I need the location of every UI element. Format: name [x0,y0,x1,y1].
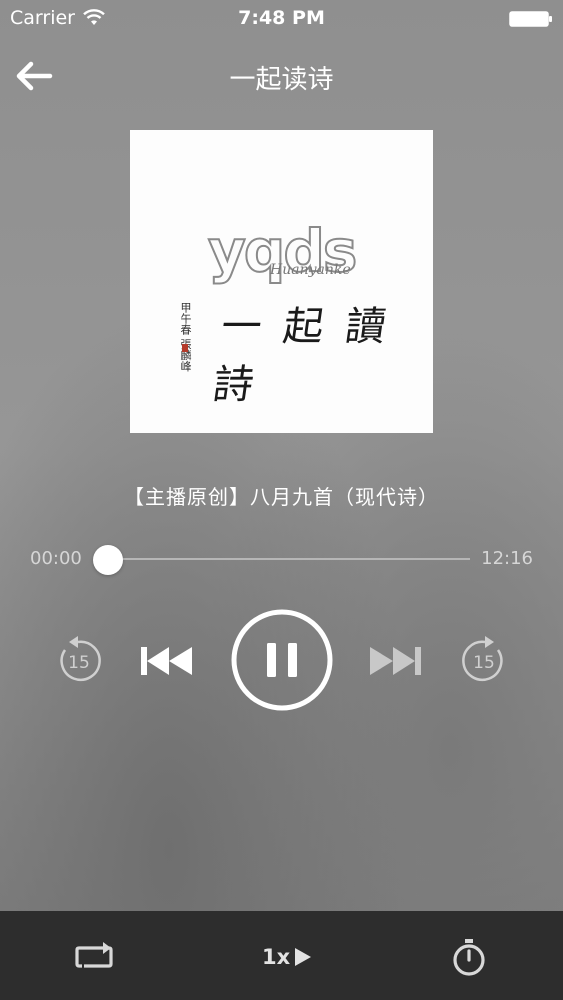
rewind-15-label: 15 [68,653,90,673]
seal-stamp [182,344,188,352]
play-triangle-icon [295,948,312,966]
progress-thumb[interactable] [93,545,123,575]
elapsed-time: 00:00 [30,548,82,569]
track-title: 【主播原创】八月九首（现代诗） [124,485,439,509]
repeat-icon[interactable] [74,940,114,974]
nav-bar: 一起读诗 [0,50,563,102]
next-track-button[interactable] [366,642,424,680]
forward-15-label: 15 [473,653,495,673]
bottom-toolbar: 1x [0,911,563,1000]
page-title: 一起读诗 [229,65,334,95]
skip-next-icon [370,647,421,675]
progress-bar[interactable] [98,558,470,560]
album-logo-subtext: Huanyanke [270,262,351,278]
status-time: 7:48 PM [238,7,325,29]
rewind-15-button[interactable]: 15 [52,634,106,688]
status-bar: Carrier 7:48 PM [0,0,563,38]
timer-icon[interactable] [451,938,487,976]
pause-button[interactable] [230,608,334,712]
previous-track-button[interactable] [138,642,196,680]
album-calligraphy: 一起讀詩 [210,304,411,408]
album-cover: yqds Huanyanke 甲午春 張麟峰 一起讀詩 [130,130,433,433]
playback-speed-label: 1x [262,945,291,969]
player-screen: Carrier 7:48 PM 一起读诗 yqds Huanyanke 甲午春 … [0,0,563,1000]
total-time: 12:16 [481,548,533,569]
rewind-15-icon: 15 [60,636,101,682]
forward-15-icon: 15 [462,636,503,682]
battery-icon [509,11,552,27]
skip-previous-icon [141,647,192,675]
album-signature: 甲午春 張麟峰 [179,302,192,372]
forward-15-button[interactable]: 15 [457,634,511,688]
pause-icon [231,609,333,711]
playback-speed-button[interactable]: 1x [262,941,313,973]
